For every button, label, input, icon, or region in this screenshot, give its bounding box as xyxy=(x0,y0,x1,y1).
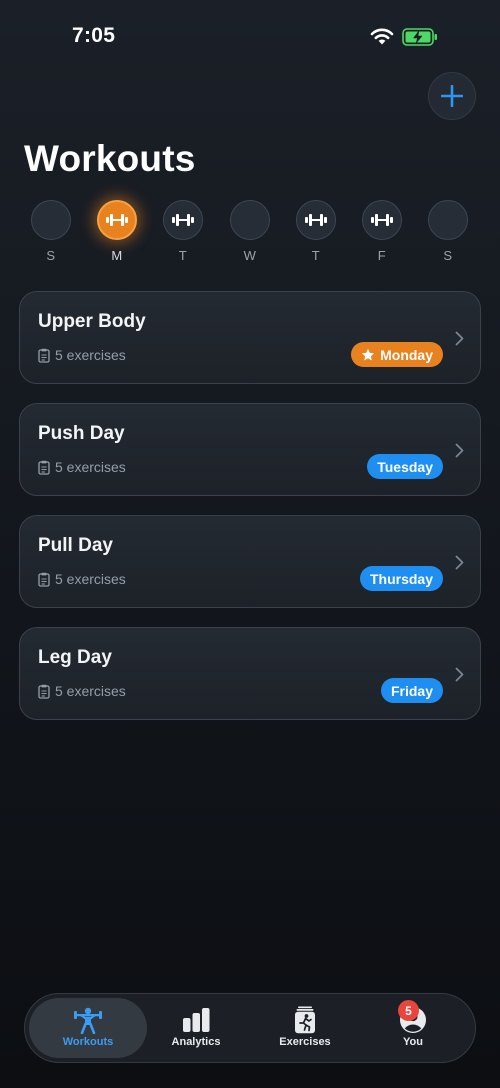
day-saturday[interactable]: S xyxy=(427,200,469,263)
clipboard-icon xyxy=(38,460,50,475)
notification-badge: 5 xyxy=(398,1000,419,1021)
plus-icon xyxy=(441,85,463,107)
workout-card-upper-body[interactable]: Upper Body 5 exercises Monday xyxy=(19,291,481,384)
day-monday[interactable]: M xyxy=(96,200,138,263)
clipboard-icon xyxy=(38,348,50,363)
tab-analytics[interactable]: Analytics xyxy=(137,998,255,1058)
day-circle xyxy=(230,200,270,240)
workout-title: Pull Day xyxy=(38,535,113,556)
day-circle xyxy=(31,200,71,240)
day-circle xyxy=(428,200,468,240)
workout-title: Upper Body xyxy=(38,311,146,332)
tab-label: Exercises xyxy=(279,1036,331,1048)
tab-label: Analytics xyxy=(171,1036,221,1048)
tab-label: Workouts xyxy=(62,1036,114,1048)
battery-charging-icon xyxy=(402,28,437,46)
day-letter: M xyxy=(111,248,123,263)
workout-meta: 5 exercises xyxy=(38,459,126,475)
weightlifter-icon xyxy=(74,1007,102,1034)
day-circle xyxy=(296,200,336,240)
day-badge-label: Thursday xyxy=(369,570,433,587)
day-letter: F xyxy=(377,248,387,263)
day-circle xyxy=(362,200,402,240)
day-tuesday[interactable]: T xyxy=(162,200,204,263)
day-friday[interactable]: F xyxy=(361,200,403,263)
workout-title: Push Day xyxy=(38,423,125,444)
day-circle xyxy=(97,200,137,240)
tab-exercises[interactable]: Exercises xyxy=(246,998,364,1058)
exercise-count: 5 exercises xyxy=(55,683,126,699)
status-time: 7:05 xyxy=(72,24,116,47)
tab-workouts[interactable]: Workouts xyxy=(29,998,147,1058)
day-badge-label: Friday xyxy=(390,682,433,699)
clipboard-icon xyxy=(38,572,50,587)
chevron-right-icon xyxy=(455,443,464,458)
workout-card-pull-day[interactable]: Pull Day 5 exercises Thursday xyxy=(19,515,481,608)
day-letter: T xyxy=(178,248,188,263)
dumbbell-icon xyxy=(106,214,128,226)
workout-meta: 5 exercises xyxy=(38,571,126,587)
workout-title: Leg Day xyxy=(38,647,112,668)
dumbbell-icon xyxy=(172,214,194,226)
day-wednesday[interactable]: W xyxy=(229,200,271,263)
day-circle xyxy=(163,200,203,240)
day-badge: Friday xyxy=(380,678,443,703)
workout-card-leg-day[interactable]: Leg Day 5 exercises Friday xyxy=(19,627,481,720)
workout-meta: 5 exercises xyxy=(38,347,126,363)
chevron-right-icon xyxy=(455,555,464,570)
chevron-right-icon xyxy=(455,667,464,682)
day-letter: W xyxy=(243,248,257,263)
dumbbell-icon xyxy=(371,214,393,226)
star-icon xyxy=(361,348,375,361)
exercise-count: 5 exercises xyxy=(55,459,126,475)
workout-meta: 5 exercises xyxy=(38,683,126,699)
week-day-selector: S M T W T F S xyxy=(0,200,500,270)
status-bar: 7:05 xyxy=(0,0,500,70)
day-thursday[interactable]: T xyxy=(295,200,337,263)
day-badge-label: Monday xyxy=(380,346,433,363)
day-badge: Tuesday xyxy=(367,454,443,479)
bar-chart-icon xyxy=(183,1008,210,1032)
chevron-right-icon xyxy=(455,331,464,346)
add-workout-button[interactable] xyxy=(428,72,476,120)
day-letter: S xyxy=(443,248,453,263)
exercise-count: 5 exercises xyxy=(55,347,126,363)
dumbbell-icon xyxy=(305,214,327,226)
day-badge: Thursday xyxy=(359,566,443,591)
day-sunday[interactable]: S xyxy=(30,200,72,263)
day-badge-label: Tuesday xyxy=(377,458,433,475)
clipboard-icon xyxy=(38,684,50,699)
tab-label: You xyxy=(403,1036,423,1048)
exercise-card-icon xyxy=(295,1006,315,1034)
wifi-icon xyxy=(370,28,394,45)
exercise-count: 5 exercises xyxy=(55,571,126,587)
day-letter: T xyxy=(311,248,321,263)
workout-card-push-day[interactable]: Push Day 5 exercises Tuesday xyxy=(19,403,481,496)
day-letter: S xyxy=(46,248,56,263)
page-title: Workouts xyxy=(24,138,196,179)
day-badge: Monday xyxy=(351,342,443,367)
